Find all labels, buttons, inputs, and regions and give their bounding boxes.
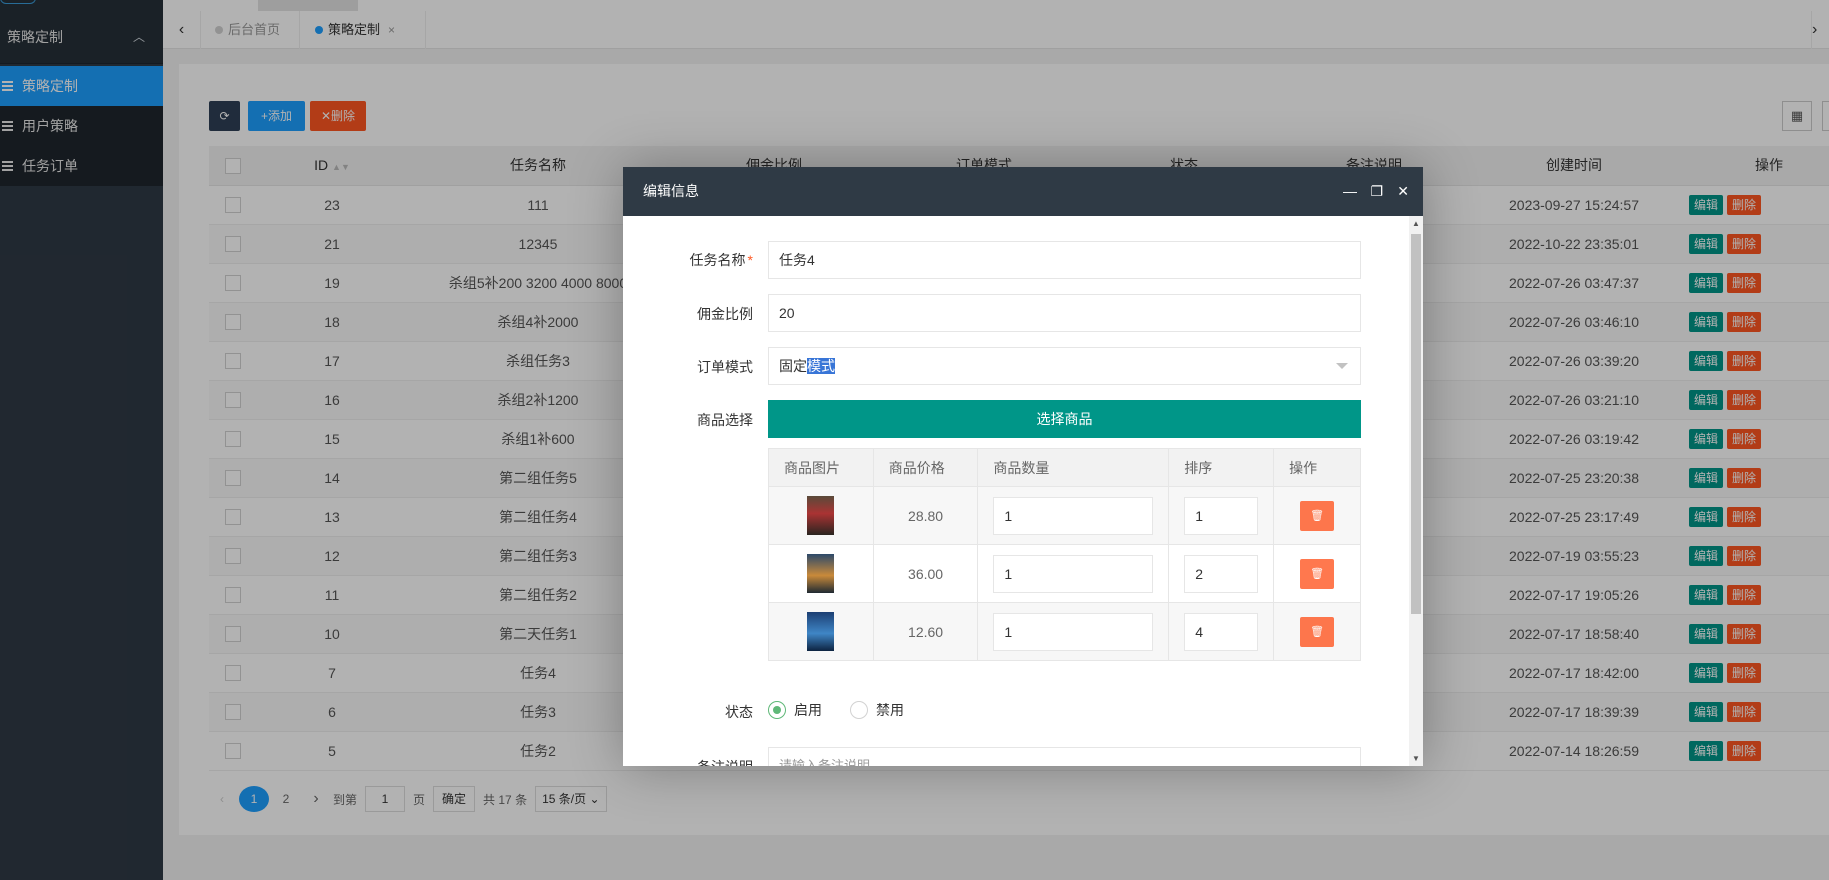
scrollbar-thumb[interactable] — [1411, 234, 1421, 614]
mode-select[interactable]: 固定模式 — [768, 347, 1361, 385]
goods-sort-cell: 1 — [1168, 486, 1275, 545]
mode-label: 订单模式 — [697, 359, 753, 375]
goods-row: 36.00 1 2 🗑 — [768, 544, 1361, 603]
radio-checked-icon — [768, 701, 786, 720]
modal-scrollbar[interactable]: ▲ ▼ — [1409, 216, 1423, 766]
goods-action-cell: 🗑 — [1273, 486, 1361, 545]
status-radio-on[interactable]: 启用 — [768, 700, 822, 720]
product-image — [807, 554, 835, 593]
qty-input[interactable]: 1 — [993, 612, 1154, 651]
goods-price: 12.60 — [872, 602, 979, 661]
goods-action-cell: 🗑 — [1273, 544, 1361, 603]
modal-body: 任务名称 * 任务4 佣金比例 20 订单模式 固定模式 商品选择 选择商品 商品… — [623, 216, 1409, 766]
commission-label: 佣金比例 — [697, 306, 753, 322]
delete-row-button[interactable]: 🗑 — [1300, 558, 1335, 589]
goods-image-cell — [768, 544, 874, 603]
delete-row-button[interactable]: 🗑 — [1300, 616, 1335, 647]
goods-sort-cell: 4 — [1168, 602, 1275, 661]
status-label: 状态 — [725, 704, 753, 720]
goods-image-cell — [768, 602, 874, 661]
goods-price: 28.80 — [872, 486, 979, 545]
goods-col-image: 商品图片 — [768, 448, 874, 487]
scroll-down-icon[interactable]: ▼ — [1412, 754, 1420, 763]
goods-sort-cell: 2 — [1168, 544, 1275, 603]
minimize-icon[interactable]: — — [1343, 167, 1357, 216]
goods-qty-cell: 1 — [977, 602, 1170, 661]
sort-input[interactable]: 4 — [1184, 612, 1259, 651]
remark-input[interactable]: 请输入备注说明 — [768, 747, 1361, 766]
product-image — [807, 496, 835, 535]
qty-input[interactable]: 1 — [993, 496, 1154, 535]
goods-header-row: 商品图片 商品价格 商品数量 排序 操作 — [768, 448, 1361, 487]
goods-qty-cell: 1 — [977, 486, 1170, 545]
status-off-label: 禁用 — [876, 702, 904, 718]
status-radio-off[interactable]: 禁用 — [850, 700, 904, 720]
goods-col-price: 商品价格 — [872, 448, 979, 487]
goods-row: 28.80 1 1 🗑 — [768, 486, 1361, 545]
goods-row: 12.60 1 4 🗑 — [768, 602, 1361, 661]
goods-table: 商品图片 商品价格 商品数量 排序 操作 28.80 1 1 🗑 36.00 1… — [768, 448, 1361, 661]
remark-label: 备注说明 — [623, 757, 753, 766]
scroll-up-icon[interactable]: ▲ — [1412, 219, 1420, 228]
sort-input[interactable]: 1 — [1184, 496, 1259, 535]
status-on-label: 启用 — [794, 702, 822, 718]
goods-col-action: 操作 — [1273, 448, 1361, 487]
goods-col-qty: 商品数量 — [977, 448, 1170, 487]
delete-row-button[interactable]: 🗑 — [1300, 500, 1335, 531]
modal-title: 编辑信息 — [643, 183, 699, 199]
name-input[interactable]: 任务4 — [768, 241, 1361, 279]
goods-label: 商品选择 — [697, 412, 753, 428]
commission-input[interactable]: 20 — [768, 294, 1361, 332]
choose-goods-button[interactable]: 选择商品 — [768, 400, 1361, 438]
product-image — [807, 612, 835, 651]
modal-header: 编辑信息 — ❐ ✕ — [623, 167, 1423, 216]
goods-action-cell: 🗑 — [1273, 602, 1361, 661]
mode-value-selected-text: 模式 — [807, 358, 835, 374]
goods-price: 36.00 — [872, 544, 979, 603]
goods-image-cell — [768, 486, 874, 545]
remark-placeholder: 请输入备注说明 — [779, 758, 871, 766]
radio-unchecked-icon — [850, 701, 868, 720]
goods-qty-cell: 1 — [977, 544, 1170, 603]
qty-input[interactable]: 1 — [993, 554, 1154, 593]
name-label: 任务名称 * — [623, 250, 753, 270]
sort-input[interactable]: 2 — [1184, 554, 1259, 593]
goods-col-sort: 排序 — [1168, 448, 1275, 487]
required-mark: * — [747, 252, 753, 268]
name-label-text: 任务名称 — [689, 252, 746, 268]
edit-modal: 编辑信息 — ❐ ✕ 任务名称 * 任务4 佣金比例 20 订单模式 固定模式 商… — [623, 167, 1423, 766]
maximize-icon[interactable]: ❐ — [1370, 167, 1383, 216]
close-icon[interactable]: ✕ — [1397, 167, 1409, 216]
dropdown-arrow-icon — [1336, 363, 1348, 369]
mode-value-a: 固定 — [779, 358, 807, 374]
